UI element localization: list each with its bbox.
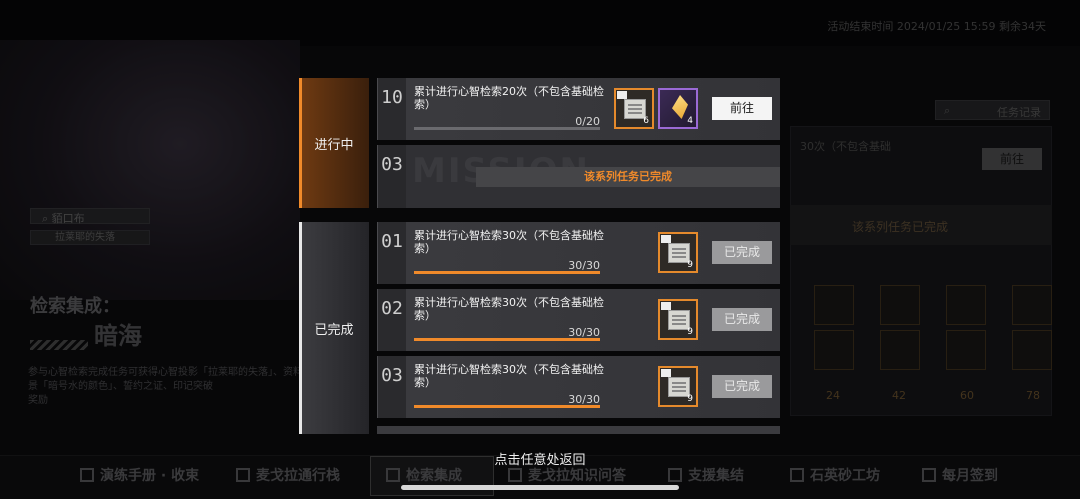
series-index: 03 xyxy=(378,145,406,208)
reward-quantity: 9 xyxy=(687,327,693,337)
home-indicator[interactable] xyxy=(401,485,679,490)
task-card-active: 10 累计进行心智检索20次（不包含基础检索） 0/20 6 4 前往 xyxy=(377,78,780,140)
tab-completed-label: 已完成 xyxy=(314,323,354,338)
tap-to-return-hint: 点击任意处返回 xyxy=(494,453,586,468)
task-index: 01 xyxy=(378,222,406,284)
task-card-completed: 03 累计进行心智检索30次（不包含基础检索） 30/30 9 已完成 xyxy=(377,356,780,418)
reward-quantity: 9 xyxy=(687,394,693,404)
reward-tag-icon xyxy=(661,302,671,310)
task-index: 10 xyxy=(378,78,406,140)
task-progress-bar xyxy=(414,271,600,274)
reward-item-doc[interactable]: 9 xyxy=(658,232,698,273)
task-description: 累计进行心智检索20次（不包含基础检索） xyxy=(414,85,604,111)
task-index: 02 xyxy=(378,289,406,351)
completed-button[interactable]: 已完成 xyxy=(712,308,772,331)
task-progress-fill xyxy=(414,338,600,341)
task-index: 03 xyxy=(378,356,406,418)
task-progress-fill xyxy=(414,271,600,274)
tab-in-progress-label: 进行中 xyxy=(314,138,354,153)
tab-completed[interactable]: 已完成 xyxy=(299,222,369,434)
task-progress-fill xyxy=(414,405,600,408)
series-card: 03 MISSION 该系列任务已完成 xyxy=(377,145,780,208)
task-description: 累计进行心智检索30次（不包含基础检索） xyxy=(414,296,604,322)
reward-tag-icon xyxy=(661,369,671,377)
task-card-completed: 01 累计进行心智检索30次（不包含基础检索） 30/30 9 已完成 xyxy=(377,222,780,284)
reward-quantity: 9 xyxy=(687,260,693,270)
task-card-completed: 02 累计进行心智检索30次（不包含基础检索） 30/30 9 已完成 xyxy=(377,289,780,351)
reward-item-doc[interactable]: 9 xyxy=(658,366,698,407)
crystal-icon xyxy=(672,95,688,119)
task-progress-bar xyxy=(414,338,600,341)
reward-item-crystal[interactable]: 4 xyxy=(658,88,698,129)
reward-tag-icon xyxy=(661,235,671,243)
reward-tag-icon xyxy=(617,91,627,99)
reward-item-doc[interactable]: 9 xyxy=(658,299,698,340)
tab-in-progress[interactable]: 进行中 xyxy=(299,78,369,208)
task-description: 累计进行心智检索30次（不包含基础检索） xyxy=(414,229,604,255)
task-description: 累计进行心智检索30次（不包含基础检索） xyxy=(414,363,604,389)
task-card-partial xyxy=(377,426,780,434)
task-progress-bar xyxy=(414,405,600,408)
task-progress-bar xyxy=(414,127,600,130)
reward-quantity: 6 xyxy=(643,116,649,126)
reward-item-doc[interactable]: 6 xyxy=(614,88,654,129)
go-button[interactable]: 前往 xyxy=(712,97,772,120)
completed-button[interactable]: 已完成 xyxy=(712,241,772,264)
series-complete-banner: 该系列任务已完成 xyxy=(476,167,780,187)
completed-button[interactable]: 已完成 xyxy=(712,375,772,398)
reward-quantity: 4 xyxy=(687,116,693,126)
